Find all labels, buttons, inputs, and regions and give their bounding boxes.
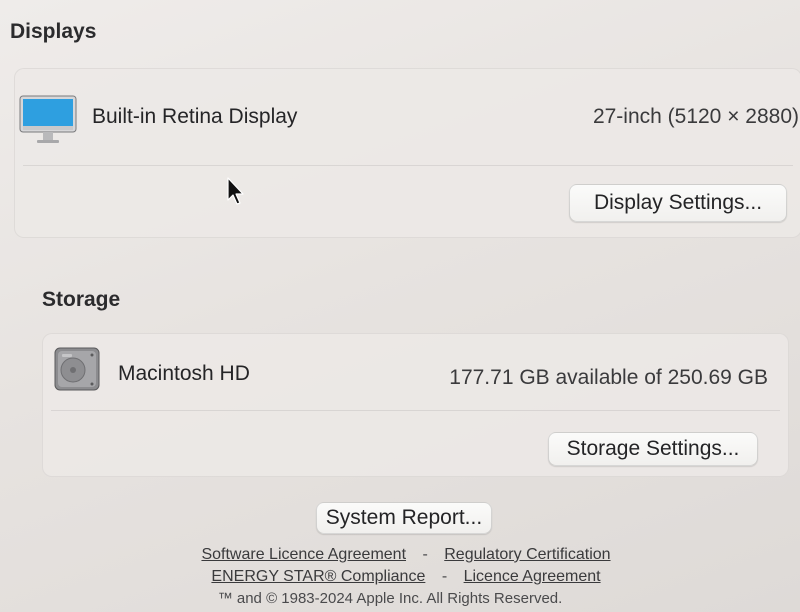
storage-section-title: Storage bbox=[42, 288, 121, 311]
mouse-pointer-icon bbox=[226, 177, 246, 207]
displays-section-title: Displays bbox=[10, 20, 97, 43]
footer-separator: - bbox=[422, 546, 428, 563]
storage-capacity: 177.71 GB available of 250.69 GB bbox=[449, 366, 768, 389]
displays-card: Built-in Retina Display 27-inch (5120 × … bbox=[14, 68, 800, 238]
display-name: Built-in Retina Display bbox=[92, 105, 298, 128]
display-resolution: 27-inch (5120 × 2880) bbox=[592, 105, 799, 128]
software-licence-agreement-link[interactable]: Software Licence Agreement bbox=[201, 546, 406, 563]
footer-links-row-1: Software Licence Agreement - Regulatory … bbox=[6, 546, 800, 564]
storage-volume-name: Macintosh HD bbox=[118, 362, 250, 385]
regulatory-certification-link[interactable]: Regulatory Certification bbox=[444, 546, 610, 563]
licence-agreement-link[interactable]: Licence Agreement bbox=[464, 568, 601, 585]
displays-divider bbox=[23, 165, 793, 166]
footer-links-row-2: ENERGY STAR® Compliance - Licence Agreem… bbox=[6, 568, 800, 586]
energy-star-compliance-link[interactable]: ENERGY STAR® Compliance bbox=[211, 568, 425, 585]
storage-settings-button[interactable]: Storage Settings... bbox=[548, 432, 758, 466]
hard-drive-icon bbox=[53, 346, 101, 392]
storage-divider bbox=[51, 410, 780, 411]
system-report-button[interactable]: System Report... bbox=[316, 502, 492, 534]
display-settings-button[interactable]: Display Settings... bbox=[569, 184, 787, 222]
copyright-text: ™ and © 1983-2024 Apple Inc. All Rights … bbox=[217, 590, 563, 607]
storage-card: Macintosh HD 177.71 GB available of 250.… bbox=[42, 333, 789, 477]
footer-separator: - bbox=[441, 568, 448, 585]
imac-display-icon bbox=[19, 95, 79, 147]
